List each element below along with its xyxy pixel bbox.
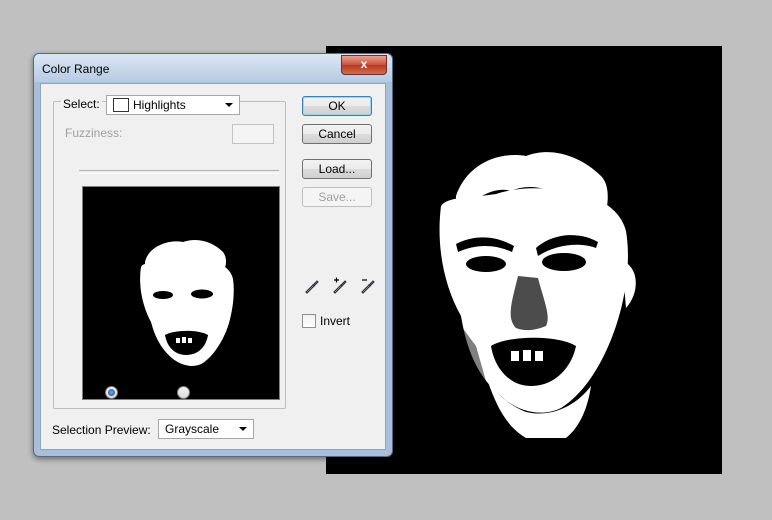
- fuzziness-label: Fuzziness:: [65, 126, 123, 140]
- color-swatch-icon: [113, 98, 129, 112]
- select-label: Select:: [61, 97, 102, 111]
- fuzziness-slider: [79, 170, 279, 174]
- chevron-down-icon: [225, 103, 233, 107]
- fuzziness-field: [232, 124, 274, 144]
- eyedropper-icon[interactable]: [303, 277, 321, 295]
- invert-checkbox[interactable]: [302, 314, 316, 328]
- close-button[interactable]: x: [341, 55, 387, 75]
- color-range-dialog: Color Range x Select: Highlights Fuzzine…: [33, 53, 393, 457]
- dialog-title: Color Range: [42, 62, 110, 76]
- radio-selection-indicator[interactable]: [105, 385, 118, 399]
- radio-selection[interactable]: Selection: [105, 385, 171, 399]
- selection-preview-value: Grayscale: [165, 422, 220, 436]
- radio-image-label: Image: [194, 385, 228, 399]
- select-dropdown[interactable]: Highlights: [106, 95, 240, 115]
- radio-image[interactable]: Image: [177, 385, 227, 399]
- selection-preview-dropdown[interactable]: Grayscale: [158, 419, 254, 439]
- select-value: Highlights: [133, 98, 186, 112]
- load-button[interactable]: Load...: [302, 159, 372, 179]
- dialog-titlebar[interactable]: Color Range x: [34, 54, 392, 82]
- invert-label: Invert: [320, 314, 351, 328]
- close-icon: x: [360, 57, 368, 71]
- radio-image-indicator[interactable]: [177, 385, 190, 399]
- eyedropper-minus-icon[interactable]: [359, 277, 377, 295]
- invert-option[interactable]: Invert: [302, 314, 350, 328]
- save-button: Save...: [302, 187, 372, 207]
- eyedropper-tools: [303, 277, 377, 295]
- dialog-body: Select: Highlights Fuzziness: Selection …: [40, 83, 386, 450]
- ok-button[interactable]: OK: [302, 96, 372, 116]
- chevron-down-icon: [239, 427, 247, 431]
- selection-group: [53, 101, 286, 409]
- eyedropper-plus-icon[interactable]: [331, 277, 349, 295]
- cancel-button[interactable]: Cancel: [302, 124, 372, 144]
- radio-selection-label: Selection: [122, 385, 172, 399]
- preview-mask-image: [83, 187, 279, 399]
- selection-preview-thumbnail[interactable]: [82, 186, 280, 400]
- selection-preview-label: Selection Preview:: [52, 423, 151, 437]
